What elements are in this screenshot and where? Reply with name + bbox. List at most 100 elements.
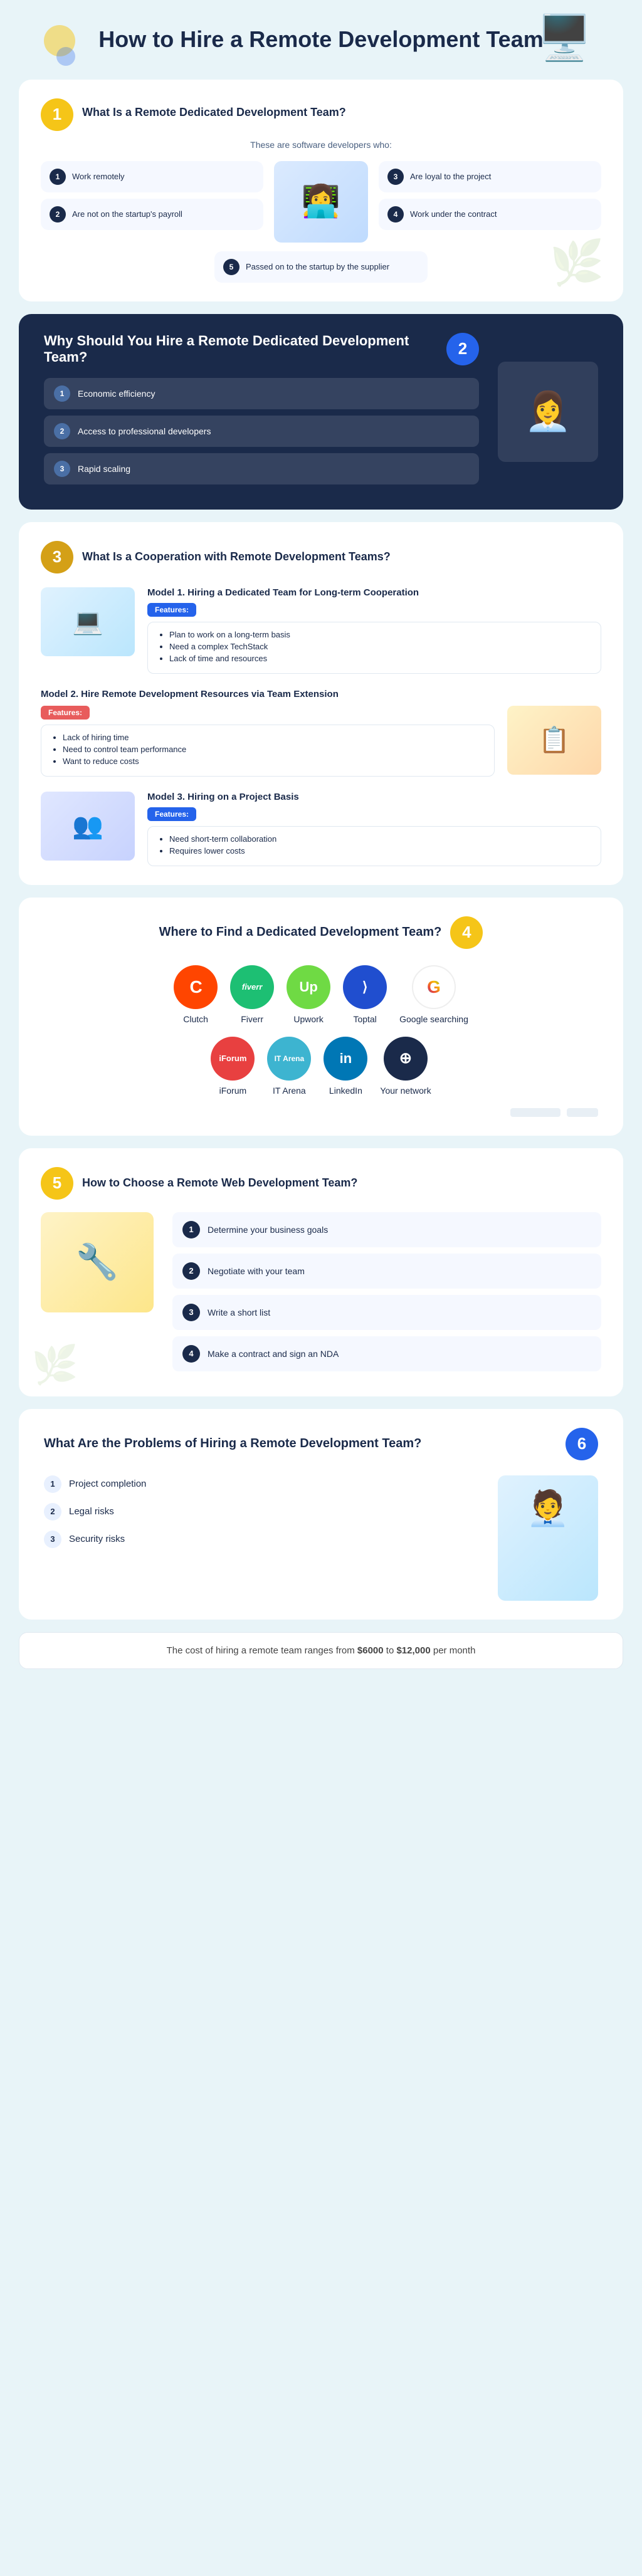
model1-content: Model 1. Hiring a Dedicated Team for Lon… (147, 587, 601, 674)
problem-num-3: 3 (44, 1531, 61, 1548)
section5-title: How to Choose a Remote Web Development T… (82, 1176, 357, 1190)
section4-icons-row1: C Clutch fiverr Fiverr Up Upwork (44, 965, 598, 1024)
step-num-2: 2 (182, 1262, 200, 1280)
problem-item-1: 1 Project completion (44, 1475, 479, 1493)
section5-header: 5 How to Choose a Remote Web Development… (41, 1167, 601, 1200)
section1-left-col: 1 Work remotely 2 Are not on the startup… (41, 161, 263, 230)
section1-deco-leaf: 🌿 (550, 238, 604, 289)
section5-wrapper: 5 How to Choose a Remote Web Development… (0, 1142, 642, 1403)
itarena-icon: IT Arena (267, 1037, 311, 1081)
linkedin-icon: in (324, 1037, 367, 1081)
model1-feature-3: Lack of time and resources (169, 654, 591, 663)
section6-header: What Are the Problems of Hiring a Remote… (44, 1428, 598, 1460)
section2-item-2: 2 Access to professional developers (44, 416, 479, 447)
section1: 1 What Is a Remote Dedicated Development… (19, 80, 623, 301)
section4-header: Where to Find a Dedicated Development Te… (44, 916, 598, 949)
section1-grid: 1 Work remotely 2 Are not on the startup… (41, 161, 601, 243)
fiverr-icon: fiverr (230, 965, 274, 1009)
feature-item-2: 2 Are not on the startup's payroll (41, 199, 263, 230)
page-title: How to Hire a Remote Development Team (63, 25, 579, 55)
section3-header: 3 What Is a Cooperation with Remote Deve… (41, 541, 601, 573)
model2-feature-1: Lack of hiring time (63, 733, 484, 742)
step-text-4: Make a contract and sign an NDA (208, 1349, 339, 1359)
model2-features-box: Lack of hiring time Need to control team… (41, 725, 495, 777)
page-header: How to Hire a Remote Development Team 🖥️ (0, 0, 642, 73)
model3-title: Model 3. Hiring on a Project Basis (147, 792, 601, 802)
feature-item-5: 5 Passed on to the startup by the suppli… (214, 251, 428, 283)
model3-features-list: Need short-term collaboration Requires l… (158, 834, 591, 856)
step-num-3: 3 (182, 1304, 200, 1321)
platform-iforum: iForum iForum (211, 1037, 255, 1096)
google-icon: G (412, 965, 456, 1009)
model2-illustration: 📋 (507, 706, 601, 775)
toptal-label: Toptal (353, 1014, 376, 1024)
step-text-2: Negotiate with your team (208, 1266, 305, 1276)
step-item-4: 4 Make a contract and sign an NDA (172, 1336, 601, 1371)
section5-badge: 5 (41, 1167, 73, 1200)
model1-features-list: Plan to work on a long-term basis Need a… (158, 630, 591, 663)
section2-title: Why Should You Hire a Remote Dedicated D… (44, 333, 438, 365)
upwork-label: Upwork (293, 1014, 323, 1024)
section2-header: Why Should You Hire a Remote Dedicated D… (44, 333, 479, 365)
network-icon: ⊕ (384, 1037, 428, 1081)
model3-illustration: 👥 (41, 792, 135, 861)
google-label: Google searching (399, 1014, 468, 1024)
section1-feature5-row: 5 Passed on to the startup by the suppli… (41, 251, 601, 283)
model3-features-badge: Features: (147, 807, 196, 821)
section4-deco (44, 1108, 598, 1117)
model1-row: 💻 Model 1. Hiring a Dedicated Team for L… (41, 587, 601, 674)
section6: What Are the Problems of Hiring a Remote… (19, 1409, 623, 1620)
model2-title: Model 2. Hire Remote Development Resourc… (41, 689, 601, 699)
step-text-3: Write a short list (208, 1307, 270, 1317)
feature-num-5: 5 (223, 259, 239, 275)
platform-toptal: ⟩ Toptal (343, 965, 387, 1024)
iforum-label: iForum (219, 1086, 247, 1096)
platform-itarena: IT Arena IT Arena (267, 1037, 311, 1096)
footer-price-to: $12,000 (396, 1645, 430, 1656)
footer-text: The cost of hiring a remote team ranges … (167, 1645, 357, 1656)
section1-wrapper: 1 What Is a Remote Dedicated Development… (0, 73, 642, 308)
platform-google: G Google searching (399, 965, 468, 1024)
section1-illustration: 👩‍💻 (274, 161, 368, 243)
section2-text-2: Access to professional developers (78, 426, 211, 436)
section4-badge: 4 (450, 916, 483, 949)
model1-feature-1: Plan to work on a long-term basis (169, 630, 591, 639)
model1-title: Model 1. Hiring a Dedicated Team for Lon… (147, 587, 601, 598)
problem-text-2: Legal risks (69, 1506, 114, 1517)
model3-feature-2: Requires lower costs (169, 846, 591, 856)
section2-text-1: Economic efficiency (78, 389, 155, 399)
model1-features-badge: Features: (147, 603, 196, 617)
section2-num-2: 2 (54, 423, 70, 439)
section4: Where to Find a Dedicated Development Te… (19, 898, 623, 1136)
model3-content: Model 3. Hiring on a Project Basis Featu… (147, 792, 601, 866)
header-illustration: 🖥️ (537, 13, 592, 64)
feature-text-5: Passed on to the startup by the supplier (246, 262, 389, 271)
footer: The cost of hiring a remote team ranges … (19, 1632, 623, 1669)
problem-num-2: 2 (44, 1503, 61, 1521)
footer-to: to (386, 1645, 397, 1656)
step-item-1: 1 Determine your business goals (172, 1212, 601, 1247)
model3-features-box: Need short-term collaboration Requires l… (147, 826, 601, 866)
model1-illustration: 💻 (41, 587, 135, 656)
section6-content: 1 Project completion 2 Legal risks 3 Sec… (44, 1475, 598, 1601)
problem-item-2: 2 Legal risks (44, 1503, 479, 1521)
feature-text-1: Work remotely (72, 172, 125, 181)
section2-item-1: 1 Economic efficiency (44, 378, 479, 409)
model2-row: Model 2. Hire Remote Development Resourc… (41, 689, 601, 777)
section2: Why Should You Hire a Remote Dedicated D… (19, 314, 623, 510)
section6-illustration: 🧑‍💼 (498, 1475, 598, 1601)
platform-fiverr: fiverr Fiverr (230, 965, 274, 1024)
section3-wrapper: 3 What Is a Cooperation with Remote Deve… (0, 516, 642, 891)
toptal-icon: ⟩ (343, 965, 387, 1009)
section5-illustration: 🔧 (41, 1212, 154, 1312)
section6-title: What Are the Problems of Hiring a Remote… (44, 1437, 421, 1451)
section5-steps: 1 Determine your business goals 2 Negoti… (172, 1212, 601, 1378)
section2-item-3: 3 Rapid scaling (44, 453, 479, 484)
clutch-icon: C (174, 965, 218, 1009)
section5: 5 How to Choose a Remote Web Development… (19, 1148, 623, 1396)
problem-item-3: 3 Security risks (44, 1531, 479, 1548)
step-item-3: 3 Write a short list (172, 1295, 601, 1330)
deco-bar1 (510, 1108, 560, 1117)
section4-title: Where to Find a Dedicated Development Te… (159, 925, 442, 940)
feature-item-1: 1 Work remotely (41, 161, 263, 192)
